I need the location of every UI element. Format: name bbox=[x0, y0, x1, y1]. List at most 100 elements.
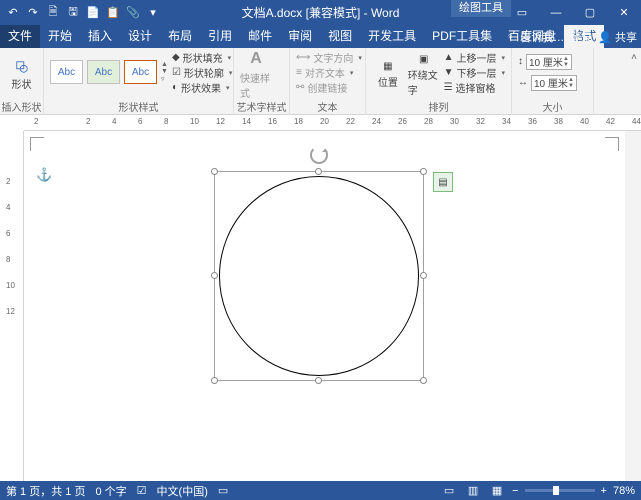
tab-design[interactable]: 设计 bbox=[120, 25, 160, 48]
new-icon[interactable]: 🗎 bbox=[44, 3, 62, 23]
insert-mode-icon[interactable]: ▭ bbox=[218, 484, 228, 497]
group-size: 大小 bbox=[512, 99, 593, 114]
forward-icon: ▲ bbox=[444, 52, 454, 63]
circle-shape[interactable] bbox=[219, 176, 419, 376]
shape-style-3[interactable]: Abc bbox=[124, 60, 157, 84]
resize-handle-r[interactable] bbox=[420, 272, 427, 279]
zoom-level[interactable]: 78% bbox=[613, 485, 635, 497]
attach-icon[interactable]: 📎 bbox=[124, 3, 142, 23]
clipboard-icon[interactable]: 📋 bbox=[104, 3, 122, 23]
group-shape-styles: 形状样式 bbox=[44, 99, 233, 114]
qat-more-icon[interactable]: ▾ bbox=[144, 3, 162, 23]
login-button[interactable]: 登录 bbox=[570, 29, 592, 45]
horizontal-ruler[interactable]: 2246810121416182022242628303234363840424… bbox=[24, 115, 641, 131]
status-bar: 第 1 页，共 1 页 0 个字 ☑ 中文(中国) ▭ ▭ ▥ ▦ − + 78… bbox=[0, 481, 641, 500]
resize-handle-tl[interactable] bbox=[211, 168, 218, 175]
height-row: ↕ 10 厘米▲▼ bbox=[518, 54, 577, 69]
collapse-ribbon-icon[interactable]: ˄ bbox=[631, 52, 637, 63]
language-status[interactable]: 中文(中国) bbox=[157, 483, 208, 499]
tab-insert[interactable]: 插入 bbox=[80, 25, 120, 48]
anchor-icon: ⚓ bbox=[36, 167, 52, 183]
share-button[interactable]: 👤 共享 bbox=[598, 29, 637, 45]
outline-icon: ☑ bbox=[172, 67, 181, 78]
zoom-slider[interactable] bbox=[525, 489, 595, 492]
title-bar: ↶ ↷ 🗎 🖫 📄 📋 📎 ▾ 文档A.docx [兼容模式] - Word 绘… bbox=[0, 0, 641, 25]
tab-view[interactable]: 视图 bbox=[320, 25, 360, 48]
editor-area: 24681012 ⚓ ▤ bbox=[0, 131, 641, 481]
resize-handle-bl[interactable] bbox=[211, 377, 218, 384]
wordart-icon: A bbox=[250, 50, 262, 68]
close-icon[interactable]: ✕ bbox=[607, 0, 641, 25]
tab-pdf[interactable]: PDF工具集 bbox=[424, 25, 500, 48]
group-wordart: 艺术字样式 bbox=[234, 99, 289, 114]
ribbon: 形状 插入形状 Abc Abc Abc ▲▼▿ ◆形状填充▾ ☑形状轮廓▾ ◐形… bbox=[0, 48, 641, 115]
ribbon-tabs: 文件 开始 插入 设计 布局 引用 邮件 审阅 视图 开发工具 PDF工具集 百… bbox=[0, 25, 641, 48]
window-controls: ▭ — ▢ ✕ bbox=[505, 0, 641, 25]
vertical-scrollbar[interactable] bbox=[625, 131, 641, 481]
width-input[interactable]: 10 厘米▲▼ bbox=[531, 75, 577, 91]
shape-outline-button[interactable]: ☑形状轮廓▾ bbox=[172, 65, 232, 80]
read-mode-icon[interactable]: ▭ bbox=[440, 483, 458, 498]
tab-mailings[interactable]: 邮件 bbox=[240, 25, 280, 48]
style-gallery-more[interactable]: ▲▼▿ bbox=[161, 60, 168, 84]
tab-developer[interactable]: 开发工具 bbox=[360, 25, 424, 48]
align-icon: ≡ bbox=[296, 67, 302, 78]
word-count[interactable]: 0 个字 bbox=[95, 483, 126, 499]
align-text-button[interactable]: ≡对齐文本▾ bbox=[296, 65, 362, 80]
tab-file[interactable]: 文件 bbox=[0, 25, 40, 48]
effects-icon: ◐ bbox=[172, 82, 178, 93]
wordart-styles-button[interactable]: A 快速样式 bbox=[240, 50, 272, 100]
resize-handle-tr[interactable] bbox=[420, 168, 427, 175]
minimize-icon[interactable]: — bbox=[539, 0, 573, 25]
shape-effects-button[interactable]: ◐形状效果▾ bbox=[172, 80, 232, 95]
tab-review[interactable]: 审阅 bbox=[280, 25, 320, 48]
maximize-icon[interactable]: ▢ bbox=[573, 0, 607, 25]
zoom-in-button[interactable]: + bbox=[601, 485, 607, 497]
quick-access-toolbar: ↶ ↷ 🗎 🖫 📄 📋 📎 ▾ bbox=[0, 3, 166, 23]
print-layout-icon[interactable]: ▥ bbox=[464, 483, 482, 498]
selection-pane-button[interactable]: ☰选择窗格 bbox=[444, 80, 505, 95]
shapes-icon bbox=[15, 60, 29, 74]
vertical-ruler[interactable]: 24681012 bbox=[0, 131, 24, 481]
bring-forward-button[interactable]: ▲上移一层▾ bbox=[444, 50, 505, 65]
page-status[interactable]: 第 1 页，共 1 页 bbox=[6, 483, 85, 499]
rotate-handle[interactable] bbox=[310, 146, 328, 164]
group-arrange: 排列 bbox=[366, 99, 511, 114]
shape-style-2[interactable]: Abc bbox=[87, 60, 120, 84]
group-text: 文本 bbox=[290, 99, 365, 114]
backward-icon: ▼ bbox=[444, 67, 454, 78]
ribbon-display-icon[interactable]: ▭ bbox=[505, 0, 539, 25]
position-icon: ▦ bbox=[383, 61, 392, 72]
resize-handle-b[interactable] bbox=[315, 377, 322, 384]
web-layout-icon[interactable]: ▦ bbox=[488, 483, 506, 498]
resize-handle-br[interactable] bbox=[420, 377, 427, 384]
text-direction-button[interactable]: ⟷文字方向▾ bbox=[296, 50, 362, 65]
layout-options-button[interactable]: ▤ bbox=[433, 172, 453, 192]
undo-icon[interactable]: ↶ bbox=[4, 3, 22, 23]
zoom-out-button[interactable]: − bbox=[512, 485, 518, 497]
shape-selection-box[interactable]: ▤ bbox=[214, 171, 424, 381]
document-page[interactable]: ⚓ ▤ bbox=[24, 131, 625, 481]
tab-home[interactable]: 开始 bbox=[40, 25, 80, 48]
resize-handle-l[interactable] bbox=[211, 272, 218, 279]
redo-icon[interactable]: ↷ bbox=[24, 3, 42, 23]
tab-references[interactable]: 引用 bbox=[200, 25, 240, 48]
height-input[interactable]: 10 厘米▲▼ bbox=[526, 54, 572, 70]
position-button[interactable]: ▦位置 bbox=[372, 50, 404, 100]
doc-icon[interactable]: 📄 bbox=[84, 3, 102, 23]
wrap-icon: ▣ bbox=[419, 54, 428, 65]
shape-style-1[interactable]: Abc bbox=[50, 60, 83, 84]
tab-layout[interactable]: 布局 bbox=[160, 25, 200, 48]
wrap-text-button[interactable]: ▣环绕文字 bbox=[408, 50, 440, 100]
contextual-tab-label: 绘图工具 bbox=[451, 0, 511, 17]
group-insert-shape: 插入形状 bbox=[0, 99, 43, 114]
send-backward-button[interactable]: ▼下移一层▾ bbox=[444, 65, 505, 80]
create-link-button[interactable]: ⚯创建链接 bbox=[296, 80, 362, 95]
spell-icon[interactable]: ☑ bbox=[137, 484, 147, 497]
tell-me-icon[interactable]: ♀ bbox=[506, 31, 514, 43]
shape-fill-button[interactable]: ◆形状填充▾ bbox=[172, 50, 232, 65]
save-icon[interactable]: 🖫 bbox=[64, 3, 82, 23]
resize-handle-t[interactable] bbox=[315, 168, 322, 175]
tell-me-input[interactable]: 告诉我… bbox=[520, 29, 564, 45]
shapes-button[interactable]: 形状 bbox=[6, 50, 37, 100]
